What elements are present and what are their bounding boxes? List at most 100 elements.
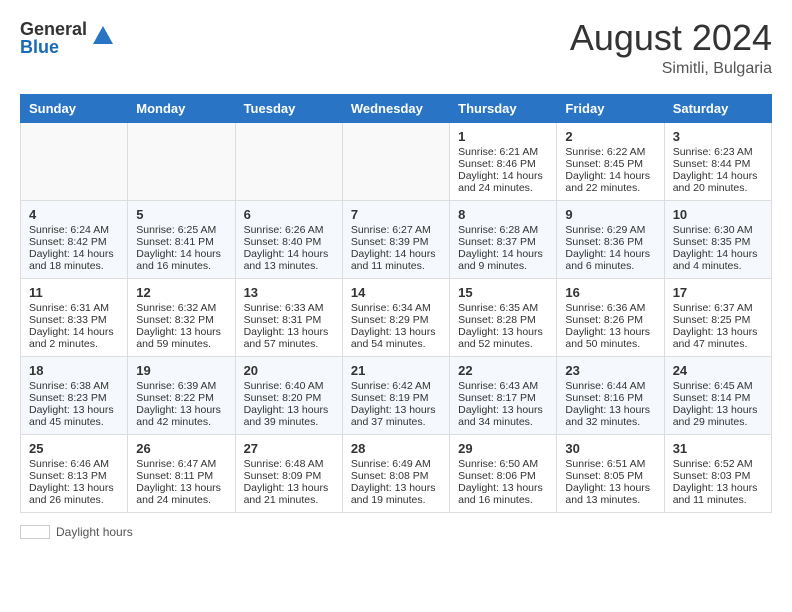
day-info: Sunrise: 6:40 AM [244, 380, 334, 392]
day-info: Sunrise: 6:52 AM [673, 458, 763, 470]
day-number: 31 [673, 441, 763, 456]
day-info: Sunrise: 6:22 AM [565, 146, 655, 158]
day-info: Daylight: 13 hours and 32 minutes. [565, 404, 655, 428]
location: Simitli, Bulgaria [570, 60, 772, 78]
day-info: Daylight: 14 hours and 9 minutes. [458, 248, 548, 272]
calendar-cell: 10Sunrise: 6:30 AMSunset: 8:35 PMDayligh… [664, 201, 771, 279]
calendar-cell: 4Sunrise: 6:24 AMSunset: 8:42 PMDaylight… [21, 201, 128, 279]
day-info: Sunset: 8:42 PM [29, 236, 119, 248]
day-number: 13 [244, 285, 334, 300]
day-info: Daylight: 13 hours and 24 minutes. [136, 482, 226, 506]
day-info: Sunrise: 6:46 AM [29, 458, 119, 470]
calendar-cell: 24Sunrise: 6:45 AMSunset: 8:14 PMDayligh… [664, 357, 771, 435]
calendar-cell: 17Sunrise: 6:37 AMSunset: 8:25 PMDayligh… [664, 279, 771, 357]
logo: General Blue [20, 20, 115, 56]
day-number: 1 [458, 129, 548, 144]
day-number: 20 [244, 363, 334, 378]
day-number: 27 [244, 441, 334, 456]
calendar-cell [21, 123, 128, 201]
day-number: 21 [351, 363, 441, 378]
calendar-week-row: 4Sunrise: 6:24 AMSunset: 8:42 PMDaylight… [21, 201, 772, 279]
calendar-cell: 13Sunrise: 6:33 AMSunset: 8:31 PMDayligh… [235, 279, 342, 357]
day-info: Daylight: 14 hours and 2 minutes. [29, 326, 119, 350]
day-info: Daylight: 13 hours and 26 minutes. [29, 482, 119, 506]
day-number: 2 [565, 129, 655, 144]
day-info: Daylight: 13 hours and 16 minutes. [458, 482, 548, 506]
day-info: Sunrise: 6:32 AM [136, 302, 226, 314]
day-info: Sunrise: 6:24 AM [29, 224, 119, 236]
day-info: Sunrise: 6:47 AM [136, 458, 226, 470]
day-number: 30 [565, 441, 655, 456]
calendar-cell: 11Sunrise: 6:31 AMSunset: 8:33 PMDayligh… [21, 279, 128, 357]
calendar-week-row: 18Sunrise: 6:38 AMSunset: 8:23 PMDayligh… [21, 357, 772, 435]
calendar-cell: 16Sunrise: 6:36 AMSunset: 8:26 PMDayligh… [557, 279, 664, 357]
day-info: Daylight: 13 hours and 57 minutes. [244, 326, 334, 350]
day-info: Daylight: 14 hours and 24 minutes. [458, 170, 548, 194]
day-info: Sunset: 8:05 PM [565, 470, 655, 482]
calendar-cell: 28Sunrise: 6:49 AMSunset: 8:08 PMDayligh… [342, 435, 449, 513]
day-info: Sunset: 8:16 PM [565, 392, 655, 404]
day-info: Sunrise: 6:23 AM [673, 146, 763, 158]
day-info: Sunset: 8:20 PM [244, 392, 334, 404]
day-info: Sunset: 8:11 PM [136, 470, 226, 482]
calendar-cell: 3Sunrise: 6:23 AMSunset: 8:44 PMDaylight… [664, 123, 771, 201]
day-info: Sunset: 8:19 PM [351, 392, 441, 404]
calendar-week-row: 11Sunrise: 6:31 AMSunset: 8:33 PMDayligh… [21, 279, 772, 357]
day-number: 24 [673, 363, 763, 378]
day-info: Daylight: 13 hours and 29 minutes. [673, 404, 763, 428]
day-info: Daylight: 13 hours and 54 minutes. [351, 326, 441, 350]
day-info: Sunset: 8:32 PM [136, 314, 226, 326]
day-info: Daylight: 13 hours and 21 minutes. [244, 482, 334, 506]
calendar-cell: 15Sunrise: 6:35 AMSunset: 8:28 PMDayligh… [450, 279, 557, 357]
calendar-cell: 14Sunrise: 6:34 AMSunset: 8:29 PMDayligh… [342, 279, 449, 357]
calendar-header-row: SundayMondayTuesdayWednesdayThursdayFrid… [21, 95, 772, 123]
calendar-cell: 29Sunrise: 6:50 AMSunset: 8:06 PMDayligh… [450, 435, 557, 513]
calendar-cell: 5Sunrise: 6:25 AMSunset: 8:41 PMDaylight… [128, 201, 235, 279]
day-info: Sunset: 8:45 PM [565, 158, 655, 170]
day-header: Wednesday [342, 95, 449, 123]
day-number: 26 [136, 441, 226, 456]
calendar-cell: 20 Sunrise: 6:40 AMSunset: 8:20 PMDayligh… [235, 357, 342, 435]
calendar-cell [128, 123, 235, 201]
calendar-cell: 12Sunrise: 6:32 AMSunset: 8:32 PMDayligh… [128, 279, 235, 357]
page-header: General Blue August 2024 Simitli, Bulgar… [20, 20, 772, 78]
calendar-cell: 9Sunrise: 6:29 AMSunset: 8:36 PMDaylight… [557, 201, 664, 279]
day-header: Tuesday [235, 95, 342, 123]
day-info: Sunrise: 6:42 AM [351, 380, 441, 392]
calendar-cell: 23Sunrise: 6:44 AMSunset: 8:16 PMDayligh… [557, 357, 664, 435]
day-info: Sunrise: 6:44 AM [565, 380, 655, 392]
day-info: Sunrise: 6:35 AM [458, 302, 548, 314]
day-header: Thursday [450, 95, 557, 123]
day-info: Daylight: 13 hours and 50 minutes. [565, 326, 655, 350]
day-info: Sunset: 8:37 PM [458, 236, 548, 248]
day-info: Daylight: 14 hours and 4 minutes. [673, 248, 763, 272]
day-info: Sunset: 8:33 PM [29, 314, 119, 326]
day-info: Daylight: 13 hours and 13 minutes. [565, 482, 655, 506]
day-header: Monday [128, 95, 235, 123]
day-info: Daylight: 13 hours and 37 minutes. [351, 404, 441, 428]
day-info: Sunset: 8:03 PM [673, 470, 763, 482]
day-number: 16 [565, 285, 655, 300]
day-info: Daylight: 14 hours and 13 minutes. [244, 248, 334, 272]
day-info: Sunset: 8:25 PM [673, 314, 763, 326]
day-info: Daylight: 14 hours and 16 minutes. [136, 248, 226, 272]
day-info: Daylight: 14 hours and 18 minutes. [29, 248, 119, 272]
day-info: Daylight: 13 hours and 45 minutes. [29, 404, 119, 428]
day-info: Sunset: 8:36 PM [565, 236, 655, 248]
day-number: 28 [351, 441, 441, 456]
day-info: Sunrise: 6:31 AM [29, 302, 119, 314]
day-info: Sunset: 8:22 PM [136, 392, 226, 404]
day-info: Daylight: 13 hours and 39 minutes. [244, 404, 334, 428]
day-info: Daylight: 13 hours and 42 minutes. [136, 404, 226, 428]
day-info: Sunset: 8:06 PM [458, 470, 548, 482]
calendar-cell: 30Sunrise: 6:51 AMSunset: 8:05 PMDayligh… [557, 435, 664, 513]
day-number: 19 [136, 363, 226, 378]
calendar-cell: 21 Sunrise: 6:42 AMSunset: 8:19 PMDayligh… [342, 357, 449, 435]
day-info: Daylight: 13 hours and 11 minutes. [673, 482, 763, 506]
day-info: Sunrise: 6:38 AM [29, 380, 119, 392]
day-info: Sunrise: 6:25 AM [136, 224, 226, 236]
calendar-cell: 8Sunrise: 6:28 AMSunset: 8:37 PMDaylight… [450, 201, 557, 279]
calendar-cell [342, 123, 449, 201]
calendar-cell: 2Sunrise: 6:22 AMSunset: 8:45 PMDaylight… [557, 123, 664, 201]
legend-box [20, 525, 50, 539]
